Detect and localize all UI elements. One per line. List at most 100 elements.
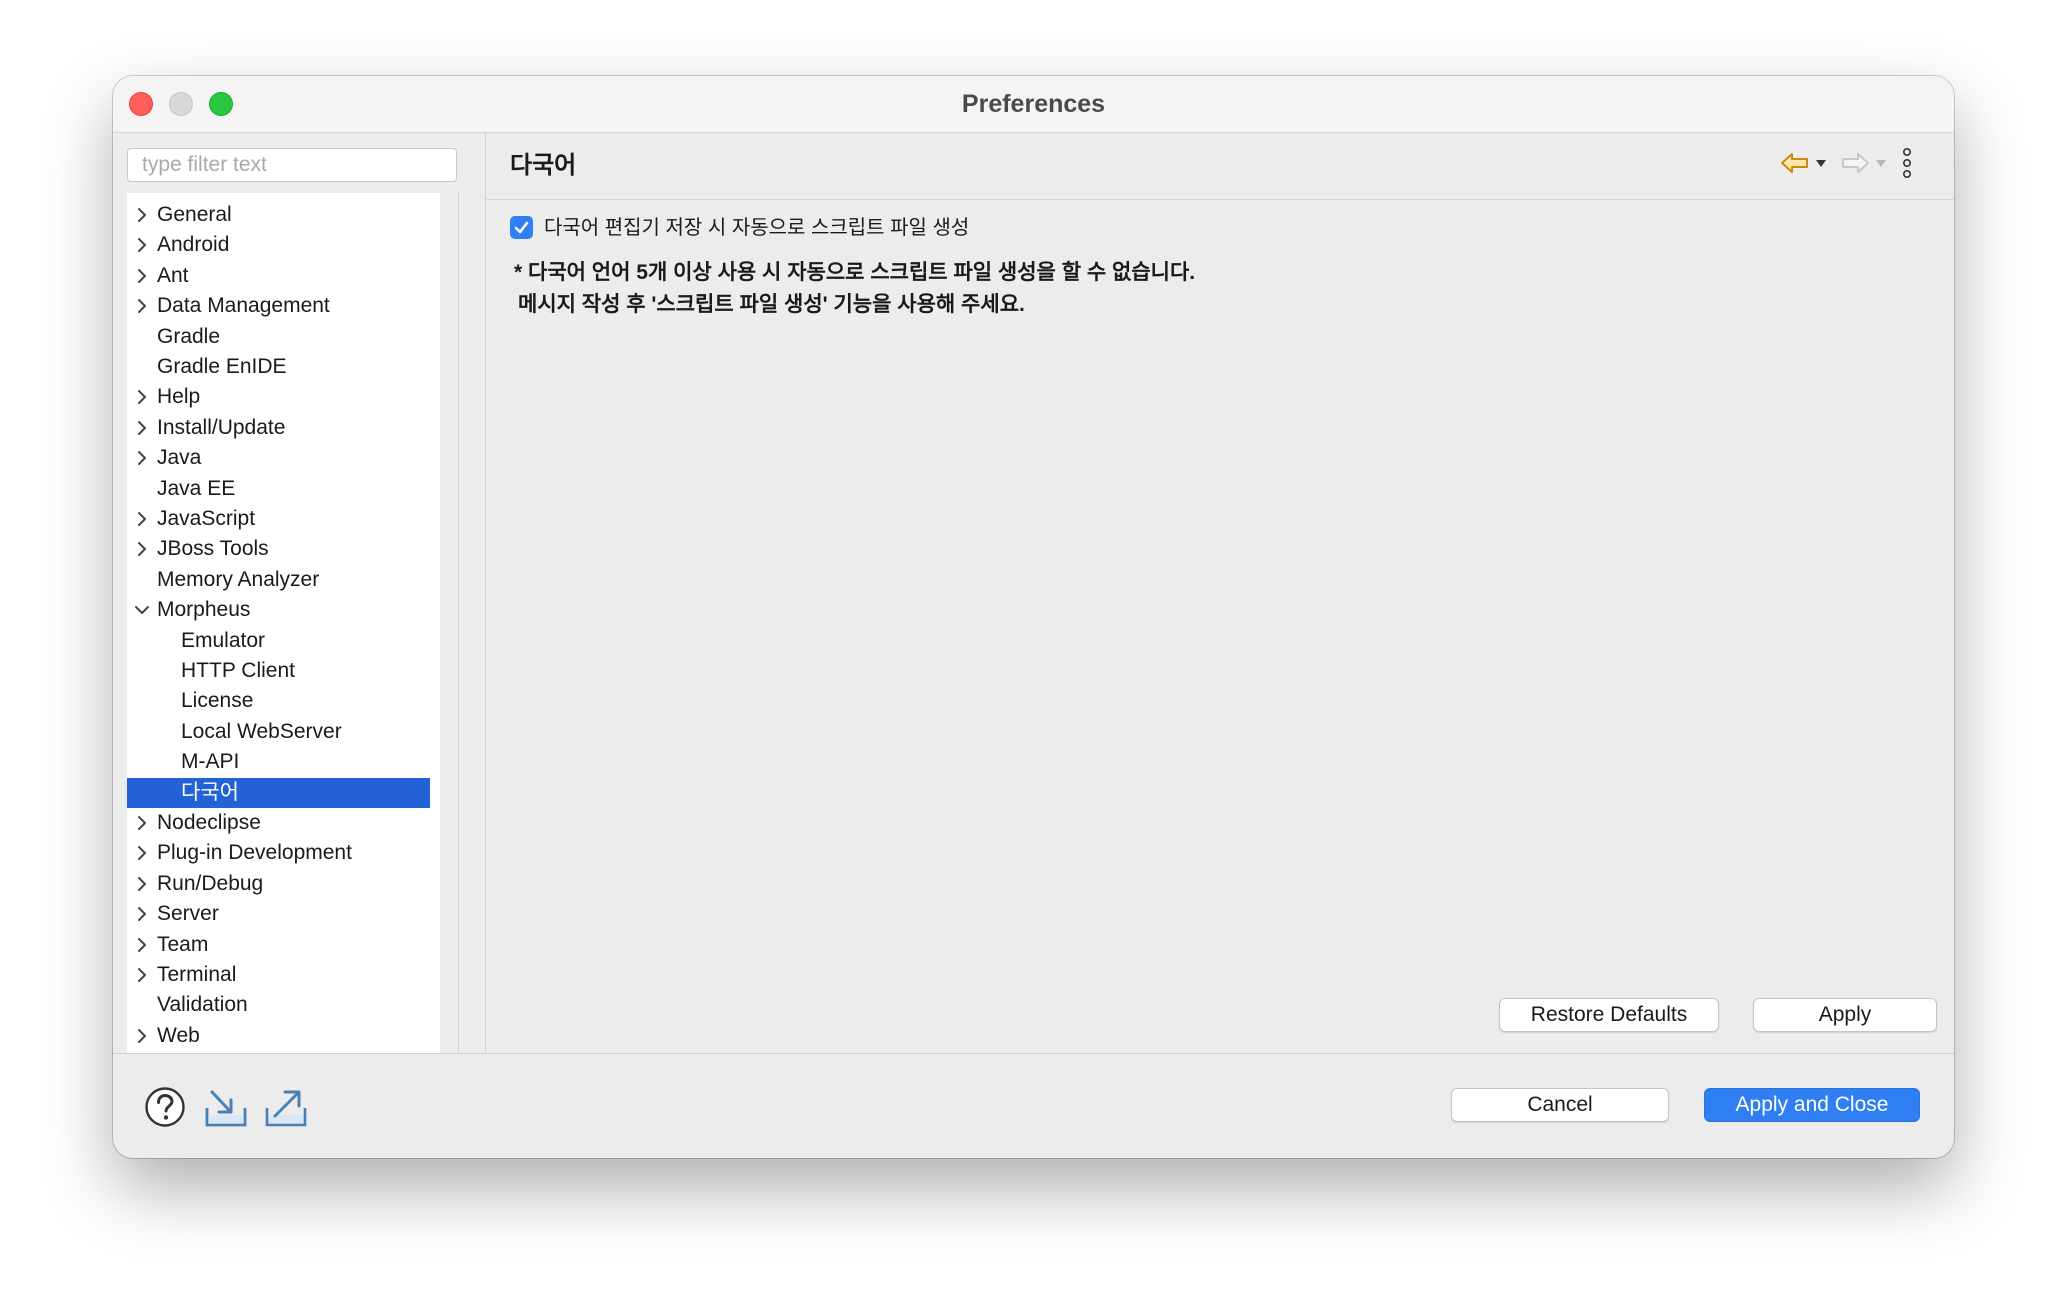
tree-item-label: Memory Analyzer [157,567,320,591]
tree-item[interactable]: 다국어 [127,777,430,808]
tree-item[interactable]: Memory Analyzer [127,565,430,595]
view-menu-icon[interactable] [1900,147,1914,179]
footer-separator [113,1053,1954,1054]
tree-item-label: Java [157,446,202,470]
tree-border [458,193,459,1053]
tree-item-label: Team [157,932,209,956]
preference-tree: XMLWebValidationTerminalTeamServerRun/De… [127,193,440,1053]
tree-item-label: Run/Debug [157,871,264,895]
tree-item[interactable]: Help [127,382,430,412]
tree-item-label: Terminal [157,963,237,986]
tree-item[interactable]: Team [127,930,430,960]
chevron-right-icon[interactable] [133,814,151,832]
tree-item[interactable]: JBoss Tools [127,534,430,564]
tree-item-label: Gradle EnIDE [157,355,287,378]
tree-item[interactable]: Gradle EnIDE [127,352,430,382]
chevron-right-icon[interactable] [133,267,151,285]
tree-item[interactable]: Android [127,230,430,260]
chevron-right-icon[interactable] [133,449,151,467]
tree-item-label: Gradle [157,324,221,348]
tree-item-label: JBoss Tools [157,537,269,561]
tree-item[interactable]: Nodeclipse [127,808,430,838]
tree-item[interactable]: Terminal [127,960,430,990]
tree-item-label: Local WebServer [181,719,342,743]
tree-item[interactable]: Web [127,1021,430,1051]
chevron-right-icon[interactable] [133,905,151,923]
chevron-right-icon[interactable] [133,510,151,528]
chevron-right-icon[interactable] [133,936,151,954]
import-icon[interactable] [203,1088,249,1128]
tree-item[interactable]: Run/Debug [127,869,430,899]
tree-item[interactable]: Server [127,899,430,929]
back-arrow-icon[interactable] [1780,149,1810,177]
tree-item-label: Validation [157,993,248,1017]
tree-item[interactable]: JavaScript [127,504,430,534]
tree-item-label: Android [157,233,230,257]
tree-item-label: Emulator [181,628,266,652]
header-separator [486,199,1954,200]
apply-and-close-button[interactable]: Apply and Close [1704,1088,1920,1122]
tree-item-label: Server [157,902,219,926]
tree-item-label: 다국어 [181,780,239,804]
tree-item[interactable]: M-API [127,747,430,777]
tree-item-label: M-API [181,750,240,774]
tree-item-label: Help [157,385,201,409]
auto-script-checkbox-label[interactable]: 다국어 편집기 저장 시 자동으로 스크립트 파일 생성 [544,213,969,243]
tree-item[interactable]: License [127,686,430,716]
chevron-right-icon[interactable] [133,540,151,558]
chevron-right-icon[interactable] [133,966,151,984]
tree-item[interactable]: Gradle [127,322,430,352]
tree-item-label: Install/Update [157,415,286,439]
chevron-down-icon[interactable] [133,601,151,619]
preference-navigation: XMLWebValidationTerminalTeamServerRun/De… [113,133,486,1053]
tree-item-label: Web [157,1023,200,1047]
back-history-dropdown-icon[interactable] [1815,157,1827,169]
restore-defaults-button[interactable]: Restore Defaults [1499,998,1719,1032]
tree-item[interactable]: Plug-in Development [127,838,430,868]
tree-item-label: Morpheus [157,598,251,622]
auto-script-checkbox[interactable] [510,216,533,239]
preferences-window: Preferences XMLWebValidationTerminalTeam… [113,76,1954,1158]
chevron-right-icon[interactable] [133,419,151,437]
title-bar: Preferences [113,76,1954,133]
apply-button[interactable]: Apply [1753,998,1937,1032]
tree-item[interactable]: Morpheus [127,595,430,625]
chevron-right-icon[interactable] [133,236,151,254]
chevron-right-icon[interactable] [133,1027,151,1045]
chevron-right-icon[interactable] [133,875,151,893]
chevron-right-icon[interactable] [133,844,151,862]
tree-item-label: Plug-in Development [157,841,352,865]
help-icon[interactable] [144,1086,186,1128]
filter-input[interactable] [127,148,457,182]
export-icon[interactable] [263,1086,309,1128]
preference-page: 다국어 다국어 편집기 저장 시 자동으로 스크립트 파일 생성 * 다국어 언… [486,133,1954,1053]
tree-item[interactable]: Validation [127,990,430,1020]
tree-item[interactable]: HTTP Client [127,656,430,686]
forward-arrow-icon [1842,153,1869,173]
tree-item[interactable]: Ant [127,261,430,291]
tree-item-label: Data Management [157,294,330,318]
tree-item-label: HTTP Client [181,659,295,682]
tree-item-label: License [181,689,254,713]
tree-item-label: General [157,203,232,226]
cancel-button[interactable]: Cancel [1451,1088,1669,1122]
notice-line-2: 메시지 작성 후 '스크립트 파일 생성' 기능을 사용해 주세요. [518,293,1025,316]
tree-item[interactable]: Java [127,443,430,473]
tree-item[interactable]: Local WebServer [127,717,430,747]
tree-item-label: Java EE [157,476,236,500]
tree-item[interactable]: Data Management [127,291,430,321]
forward-history-dropdown-icon [1876,160,1886,167]
tree-item-label: Nodeclipse [157,811,261,834]
chevron-right-icon[interactable] [133,206,151,224]
chevron-right-icon[interactable] [133,297,151,315]
tree-item-label: JavaScript [157,507,256,530]
tree-item[interactable]: Install/Update [127,413,430,443]
chevron-right-icon[interactable] [133,388,151,406]
tree-item-label: Ant [157,263,189,287]
notice-line-1: * 다국어 언어 5개 이상 사용 시 자동으로 스크립트 파일 생성을 할 수… [514,261,1196,284]
tree-item[interactable]: Java EE [127,474,430,504]
page-title: 다국어 [510,152,577,179]
tree-item[interactable]: General [127,200,430,230]
checkmark-icon [514,221,529,234]
tree-item[interactable]: Emulator [127,626,430,656]
